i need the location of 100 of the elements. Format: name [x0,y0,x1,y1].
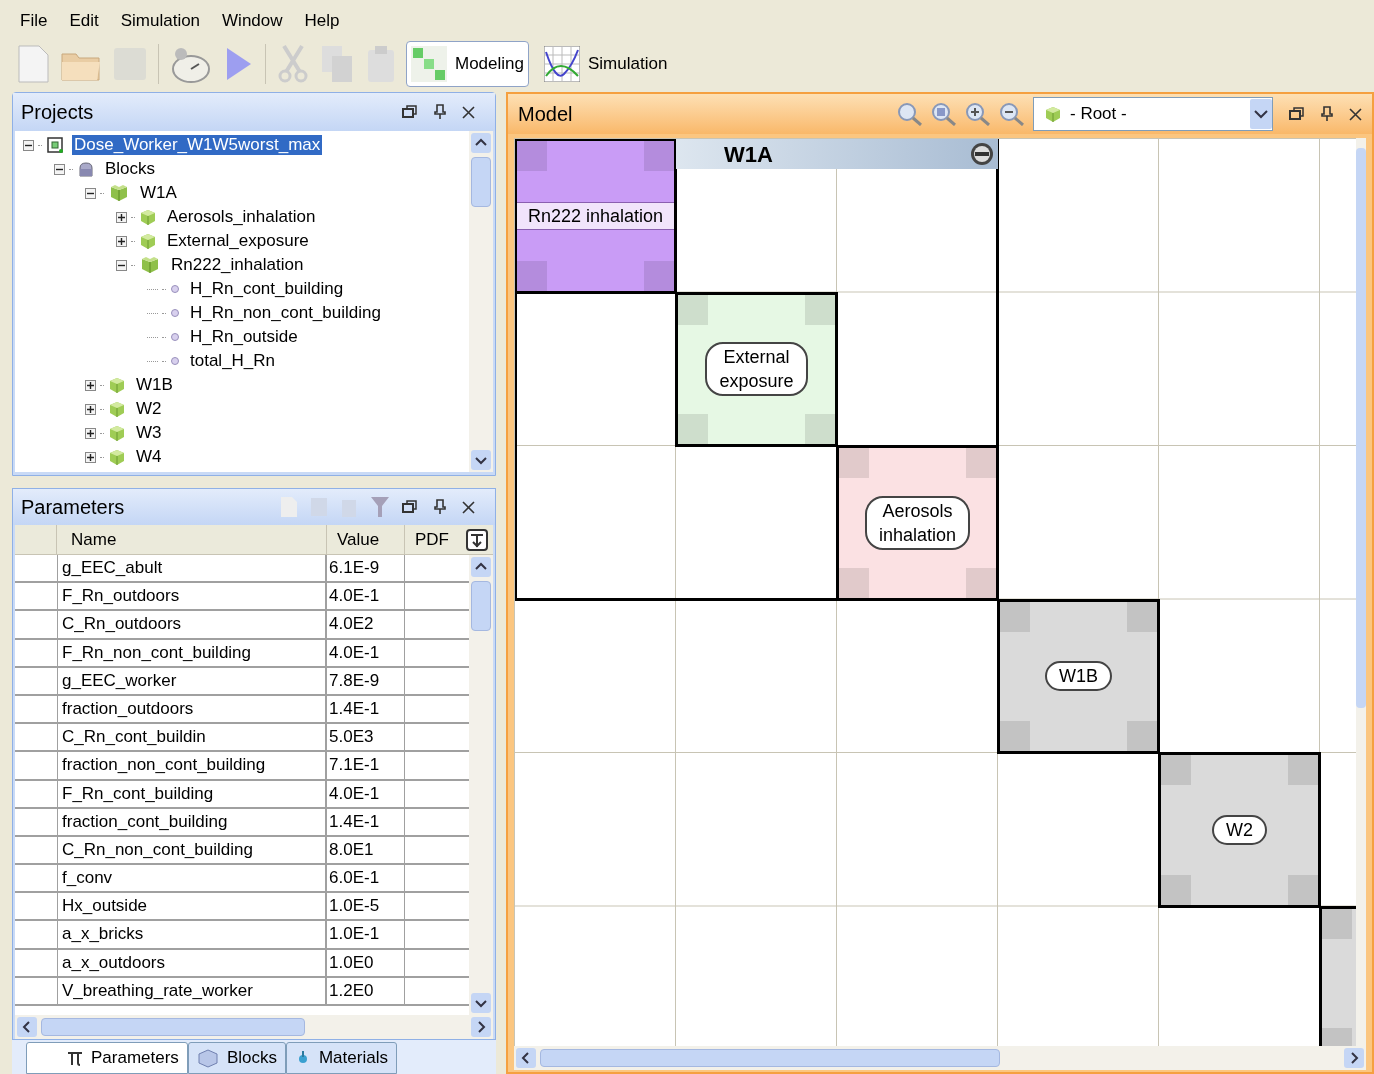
collapse-toggle-icon[interactable] [23,139,34,151]
close-icon[interactable] [462,105,475,119]
panel-tab[interactable]: Parameters [26,1042,188,1074]
table-cell: 4.0E-1 [327,780,405,807]
tree-item[interactable]: W4 [134,447,164,467]
collapse-icon[interactable] [970,142,994,166]
menu-item[interactable]: Edit [69,8,99,34]
scroll-thumb[interactable] [1356,148,1366,708]
panel-tab[interactable]: Materials [285,1042,397,1074]
table-cell: 4.0E-1 [327,639,405,666]
table-cell: C_Rn_non_cont_building [57,836,327,864]
zoom-out-icon[interactable] [999,102,1025,126]
column-chooser-icon[interactable] [465,528,489,552]
mode-tab[interactable]: Simulation [539,41,673,87]
table-cell: 1.2E0 [327,977,405,1004]
line-chart-icon [544,46,580,82]
cube-icon [108,448,126,466]
corner-mark [839,567,869,598]
table-cell: 1.4E-1 [327,808,405,835]
tree-item[interactable]: Blocks [103,159,158,179]
expand-toggle-icon[interactable] [85,427,96,439]
restore-icon[interactable] [402,500,418,514]
menu-item[interactable]: File [20,8,48,34]
table-cell: F_Rn_outdoors [57,583,327,610]
pin-icon[interactable] [1321,106,1333,122]
scroll-thumb[interactable] [471,157,491,207]
tree-item[interactable]: H_Rn_non_cont_building [188,303,383,323]
collapse-toggle-icon[interactable] [85,187,96,199]
expand-toggle-icon[interactable] [85,379,96,391]
model-canvas[interactable]: W1A Rn222 inhalation External exposure Aerosols inhalation W1B W2 [514,138,1356,1046]
restore-icon[interactable] [402,105,418,119]
scroll-thumb[interactable] [41,1018,305,1036]
open-cube-icon [139,256,161,274]
zoom-fit-icon[interactable] [931,102,957,126]
tree-item[interactable]: W1B [134,375,175,395]
tree-item[interactable]: W2 [134,399,164,419]
panel-tab[interactable]: Blocks [187,1042,286,1074]
scroll-thumb[interactable] [471,581,491,631]
column-header[interactable]: Value [327,525,405,554]
pin-icon[interactable] [434,104,446,120]
close-icon[interactable] [1349,107,1362,121]
zoom-icon[interactable] [897,102,923,126]
corner-mark [644,141,674,171]
restore-icon[interactable] [1289,107,1305,121]
tree-item[interactable]: W1A [138,183,179,203]
cube-icon [196,1048,219,1068]
corner-mark [805,414,835,444]
tree-item[interactable]: Aerosols_inhalation [165,207,318,227]
table-cell: f_conv [57,865,327,892]
table-cell: F_Rn_cont_building [57,780,327,807]
cube-icon [108,424,126,442]
expand-toggle-icon[interactable] [116,211,127,223]
corner-mark [1161,874,1191,905]
mode-tab[interactable]: Modeling [406,41,529,87]
tree-item[interactable]: H_Rn_outside [188,327,300,347]
cube-icon [139,208,157,226]
cube-icon [108,400,126,418]
collapse-toggle-icon[interactable] [116,259,127,271]
model-block[interactable]: W2 [1161,755,1318,905]
model-block[interactable]: Aerosols inhalation [839,448,996,598]
table-cell: 6.1E-9 [327,555,405,582]
corner-mark [966,567,996,598]
block-label: W1B [1045,661,1112,692]
tree-item[interactable]: H_Rn_cont_building [188,279,346,299]
menu-item[interactable]: Simulation [120,8,201,34]
table-cell: C_Rn_cont_buildin [57,724,327,751]
zoom-in-icon[interactable] [965,102,991,126]
cube-icon [1044,105,1062,123]
tree-item[interactable]: Dose_Worker_W1W5worst_max [72,135,323,155]
scroll-thumb[interactable] [540,1049,1000,1067]
tree-item[interactable]: Rn222_inhalation [169,255,306,275]
table-cell: g_EEC_abult [57,555,327,582]
clipboard-icon[interactable] [366,44,396,84]
expand-toggle-icon[interactable] [116,235,127,247]
corner-mark [517,260,547,291]
menu-item[interactable]: Window [222,8,283,34]
expand-toggle-icon[interactable] [85,403,96,415]
collapse-toggle-icon[interactable] [54,163,65,175]
corner-mark [644,260,674,291]
corner-mark [1288,874,1318,905]
table-cell: 1.0E-1 [327,921,405,948]
expand-toggle-icon[interactable] [85,451,96,463]
root-select[interactable]: - Root - [1033,97,1273,131]
corner-mark [1127,601,1157,632]
tree-item[interactable]: External_exposure [165,231,311,251]
block-label: W2 [1212,814,1267,845]
model-block[interactable]: W1B [1000,601,1157,751]
pin-icon[interactable] [434,499,446,515]
tree-item[interactable]: W3 [134,423,164,443]
bullet-icon [170,308,180,318]
corner-mark [1322,908,1352,939]
column-header[interactable]: PDF [405,525,465,554]
close-icon[interactable] [462,500,475,514]
table-cell: g_EEC_worker [57,667,327,694]
table-cell: C_Rn_outdoors [57,611,327,638]
menu-item[interactable]: Help [304,8,340,34]
column-header[interactable]: Name [57,525,327,554]
model-block[interactable]: Rn222 inhalation [517,141,674,291]
model-block[interactable]: External exposure [678,294,835,444]
tree-item[interactable]: total_H_Rn [188,351,278,371]
